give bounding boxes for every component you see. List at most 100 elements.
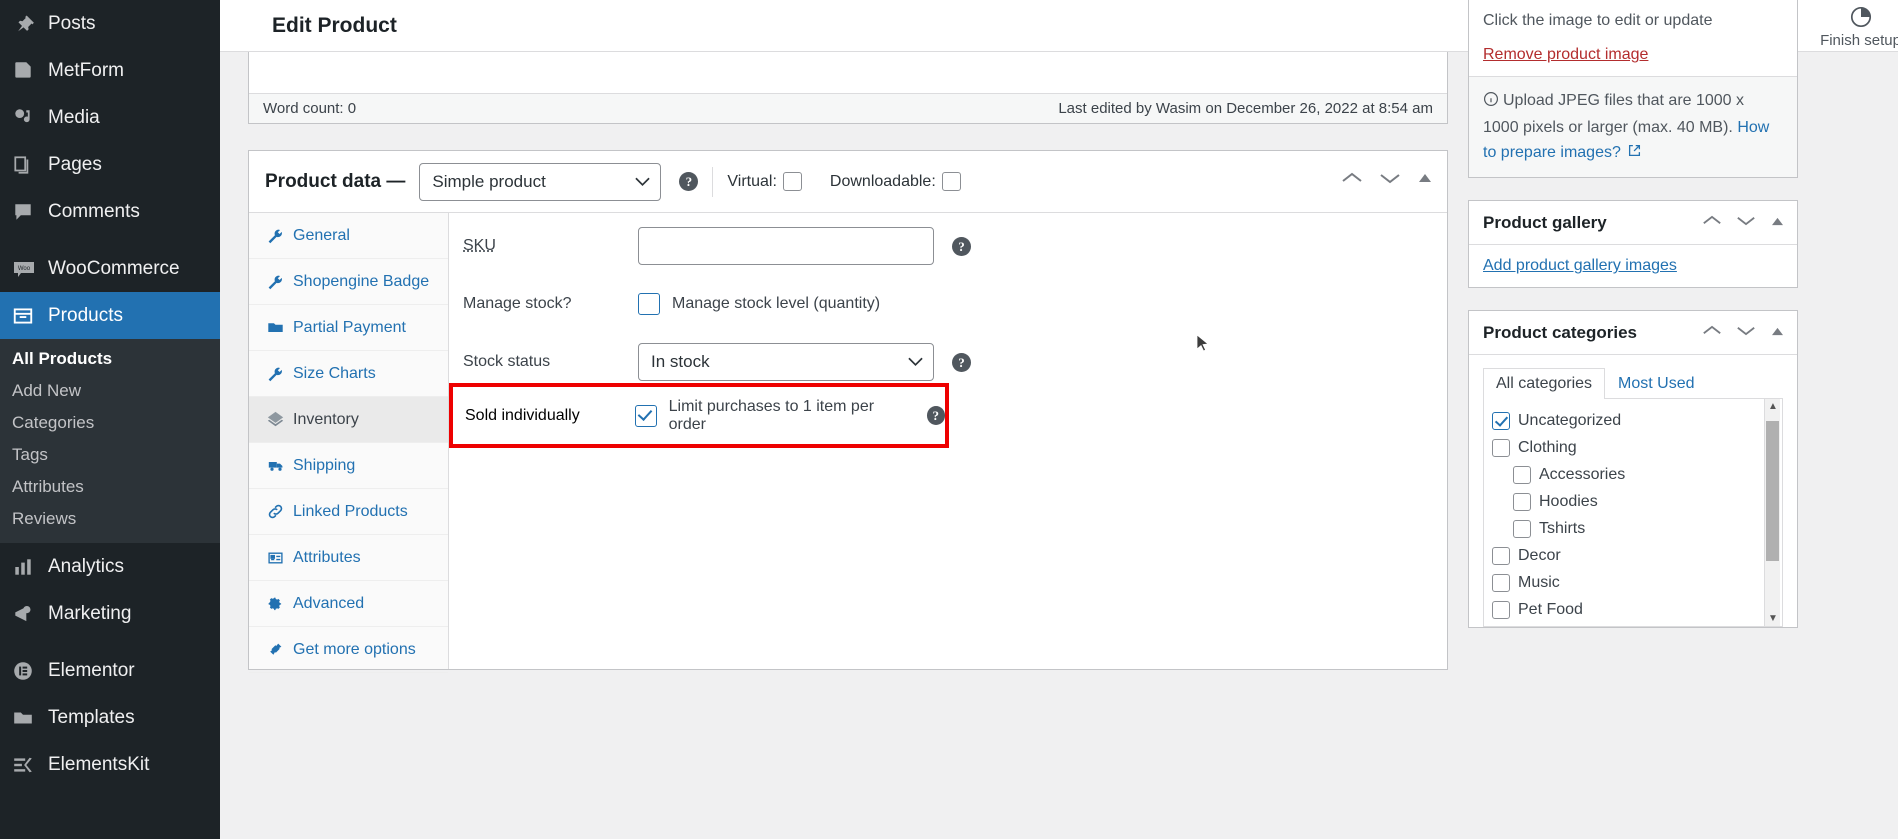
panel-order-handles [1341,171,1433,190]
categories-checklist[interactable]: Uncategorized Clothing Accessories Hoodi… [1483,399,1783,627]
downloadable-checkbox[interactable] [942,172,961,191]
sidebar-separator [0,235,220,245]
sidebar-item-analytics[interactable]: Analytics [0,543,220,590]
toggle-panel-icon[interactable] [1770,324,1785,342]
tab-partial-payment[interactable]: Partial Payment [249,305,448,351]
elementskit-icon [12,754,48,776]
product-type-help-icon[interactable]: ? [679,172,698,191]
products-icon [12,305,48,327]
category-checkbox[interactable] [1492,601,1510,619]
tab-shopengine-badge[interactable]: Shopengine Badge [249,259,448,305]
list-item[interactable]: Uncategorized [1492,407,1776,434]
sidebar-item-comments[interactable]: Comments [0,188,220,235]
toggle-panel-icon[interactable] [1417,171,1433,189]
category-checkbox[interactable] [1513,466,1531,484]
move-down-icon[interactable] [1736,324,1756,342]
product-gallery-header: Product gallery [1469,201,1797,245]
scroll-up-icon[interactable]: ▲ [1768,401,1778,412]
sidebar-item-label: Comments [48,201,140,223]
list-item[interactable]: Pet Food [1492,596,1776,623]
category-checkbox[interactable] [1492,574,1510,592]
category-checkbox[interactable] [1513,520,1531,538]
submenu-item-categories[interactable]: Categories [0,407,220,439]
stock-status-select[interactable]: In stock [638,343,934,381]
list-item[interactable]: Clothing [1492,434,1776,461]
sku-help-icon[interactable]: ? [952,237,971,256]
sold-individually-checkbox[interactable] [635,405,656,427]
tab-attributes[interactable]: Attributes [249,535,448,581]
sidebar-item-metform[interactable]: MetForm [0,47,220,94]
list-item[interactable]: Hoodies [1492,488,1776,515]
analytics-icon [12,556,48,578]
tab-advanced[interactable]: Advanced [249,581,448,627]
sku-input[interactable] [638,227,934,265]
tab-label: Inventory [293,411,359,429]
submenu-item-all-products[interactable]: All Products [0,343,220,375]
product-image-box: Click the image to edit or update Remove… [1468,0,1798,178]
submenu-item-tags[interactable]: Tags [0,439,220,471]
downloadable-checkbox-group[interactable]: Downloadable: [830,172,961,191]
sold-individually-help-icon[interactable]: ? [927,406,945,425]
product-image-notice-text: Upload JPEG files that are 1000 x 1000 p… [1483,92,1744,136]
virtual-checkbox-group[interactable]: Virtual: [727,172,802,191]
scroll-down-icon[interactable]: ▼ [1768,613,1778,624]
product-type-select[interactable]: Simple product [419,163,661,201]
submenu-item-reviews[interactable]: Reviews [0,503,220,535]
product-categories-header: Product categories [1469,311,1797,355]
finish-setup-button[interactable]: Finish setup [1793,0,1898,52]
manage-stock-row: Manage stock? Manage stock level (quanti… [449,279,1447,329]
submenu-item-label: All Products [12,349,112,369]
tab-inventory[interactable]: Inventory [249,397,448,443]
remove-product-image-link[interactable]: Remove product image [1483,46,1648,63]
submenu-item-label: Attributes [12,477,84,497]
toggle-panel-icon[interactable] [1770,214,1785,232]
sidebar-item-media[interactable]: Media [0,94,220,141]
tab-linked-products[interactable]: Linked Products [249,489,448,535]
move-up-icon[interactable] [1702,324,1722,342]
category-checkbox[interactable] [1513,493,1531,511]
sidebar-item-posts[interactable]: Posts [0,0,220,47]
submenu-item-add-new[interactable]: Add New [0,375,220,407]
category-checkbox[interactable] [1492,439,1510,457]
submenu-item-attributes[interactable]: Attributes [0,471,220,503]
sidebar-item-pages[interactable]: Pages [0,141,220,188]
categories-scrollbar[interactable]: ▲ ▼ [1764,399,1780,626]
tab-label: Get more options [293,641,416,659]
manage-stock-checkbox[interactable] [638,293,660,315]
elementor-icon [12,660,48,682]
category-checkbox[interactable] [1492,547,1510,565]
tab-all-categories[interactable]: All categories [1483,368,1605,399]
tab-get-more-options[interactable]: Get more options [249,627,448,673]
add-product-gallery-images-link[interactable]: Add product gallery images [1483,257,1677,274]
tab-label: Shopengine Badge [293,273,429,291]
list-item[interactable]: Accessories [1492,461,1776,488]
gallery-order-handles [1702,214,1785,232]
stock-status-label: Stock status [463,353,638,371]
virtual-checkbox[interactable] [783,172,802,191]
move-down-icon[interactable] [1379,171,1401,190]
list-item[interactable]: Decor [1492,542,1776,569]
category-checkbox[interactable] [1492,412,1510,430]
sidebar-item-elementskit[interactable]: ElementsKit [0,741,220,788]
product-image-hint-wrap: Click the image to edit or update Remove… [1469,0,1797,76]
scrollbar-thumb[interactable] [1766,421,1779,561]
products-submenu: All Products Add New Categories Tags Att… [0,339,220,543]
sidebar-item-marketing[interactable]: Marketing [0,590,220,637]
folder-icon [267,320,293,336]
list-item[interactable]: Tshirts [1492,515,1776,542]
tab-size-charts[interactable]: Size Charts [249,351,448,397]
tab-most-used[interactable]: Most Used [1605,368,1707,399]
category-label: Uncategorized [1518,412,1621,430]
move-down-icon[interactable] [1736,214,1756,232]
sidebar-item-products[interactable]: Products [0,292,220,339]
move-up-icon[interactable] [1341,171,1363,190]
tab-shipping[interactable]: Shipping [249,443,448,489]
sidebar-item-templates[interactable]: Templates [0,694,220,741]
stock-status-help-icon[interactable]: ? [952,353,971,372]
sidebar-item-woocommerce[interactable]: Woo WooCommerce [0,245,220,292]
move-up-icon[interactable] [1702,214,1722,232]
templates-icon [12,707,48,729]
list-item[interactable]: Music [1492,569,1776,596]
tab-general[interactable]: General [249,213,448,259]
sidebar-item-elementor[interactable]: Elementor [0,647,220,694]
